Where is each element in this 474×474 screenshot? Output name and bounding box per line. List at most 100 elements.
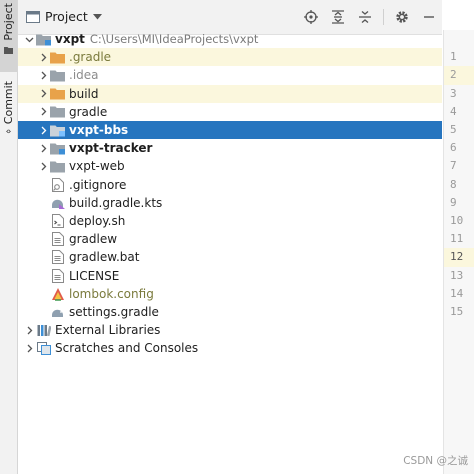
tree-item-scratches[interactable]: Scratches and Consoles <box>18 339 442 357</box>
module-folder-icon <box>50 123 66 137</box>
editor-gutter: 1 2 3 4 5 6 7 8 9 10 11 12 13 14 15 <box>443 30 474 474</box>
tree-item-build-gradle-kts[interactable]: build.gradle.kts <box>18 194 442 212</box>
minimize-icon <box>424 16 434 18</box>
tree-item-gitignore[interactable]: .gitignore <box>18 176 442 194</box>
chevron-right-icon[interactable] <box>22 323 36 337</box>
expand-all-button[interactable] <box>329 8 347 26</box>
gray-folder-icon <box>50 159 66 173</box>
minimize-button[interactable] <box>420 8 438 26</box>
tree-item-label: lombok.config <box>69 286 154 301</box>
tree-item-settings-gradle[interactable]: settings.gradle <box>18 303 442 321</box>
tree-item-label: .gradle <box>69 50 112 65</box>
line-number: 9 <box>450 195 457 209</box>
tree-item-label: .gitignore <box>69 177 127 192</box>
commit-icon <box>6 129 11 134</box>
collapse-all-icon <box>359 11 371 23</box>
chevron-down-icon <box>92 13 102 19</box>
line-number: 15 <box>450 305 464 318</box>
gradle-kts-file-icon <box>50 196 66 210</box>
line-number: 12 <box>444 248 474 267</box>
tree-item-label: vxpt-tracker <box>69 141 153 156</box>
line-number: 4 <box>450 104 457 118</box>
module-folder-icon <box>50 141 66 155</box>
orange-folder-icon <box>50 50 66 64</box>
tree-item-build[interactable]: build <box>18 84 442 103</box>
tree-item-gradle-dir[interactable]: .gradle <box>18 48 442 67</box>
chevron-right-icon[interactable] <box>36 87 50 101</box>
locate-button[interactable] <box>302 8 320 26</box>
text-file-icon <box>50 250 66 265</box>
chevron-right-icon[interactable] <box>36 141 50 155</box>
root-path: C:\Users\MI\IdeaProjects\vxpt <box>89 32 259 47</box>
tree-item-label: .idea <box>69 68 99 83</box>
folder-icon <box>4 46 13 54</box>
shell-file-icon <box>50 213 66 228</box>
module-folder-icon <box>36 32 52 46</box>
chevron-right-icon[interactable] <box>22 341 36 355</box>
gradle-file-icon <box>50 305 66 319</box>
line-number: 2 <box>444 66 474 85</box>
tree-item-idea[interactable]: .idea <box>18 66 442 84</box>
chevron-right-icon[interactable] <box>36 159 50 173</box>
tree-item-label: vxpt-web <box>69 159 125 174</box>
gray-folder-icon <box>50 105 66 119</box>
line-number: 13 <box>450 268 464 282</box>
chevron-right-icon[interactable] <box>36 105 50 119</box>
line-number: 14 <box>450 286 464 300</box>
tree-item-label: settings.gradle <box>69 304 159 319</box>
locate-icon <box>304 10 318 24</box>
settings-button[interactable] <box>393 8 411 26</box>
lombok-file-icon <box>50 287 66 301</box>
tree-item-label: External Libraries <box>55 323 161 338</box>
chevron-right-icon[interactable] <box>36 68 50 82</box>
text-file-icon <box>50 232 66 247</box>
header-toolbar <box>302 8 438 26</box>
line-number: 3 <box>450 86 457 100</box>
chevron-right-icon[interactable] <box>36 123 50 137</box>
tree-item-gradlew-bat[interactable]: gradlew.bat <box>18 248 442 266</box>
project-tool-tab[interactable]: Project <box>0 0 17 72</box>
libraries-icon <box>36 323 52 337</box>
tree-item-label: build.gradle.kts <box>69 195 163 210</box>
chevron-down-icon[interactable] <box>22 32 36 46</box>
tree-item-label: build <box>69 86 99 101</box>
expand-all-icon <box>332 10 344 24</box>
commit-tool-tab[interactable]: Commit <box>0 78 17 138</box>
line-number: 7 <box>450 159 457 173</box>
gitignore-file-icon <box>50 177 66 192</box>
tree-root-vxpt[interactable]: vxpt C:\Users\MI\IdeaProjects\vxpt <box>18 30 442 48</box>
tree-item-license[interactable]: LICENSE <box>18 266 442 284</box>
line-number: 1 <box>450 50 457 64</box>
tree-item-vxpt-web[interactable]: vxpt-web <box>18 157 442 175</box>
tree-item-lombok-config[interactable]: lombok.config <box>18 285 442 303</box>
tree-item-label: deploy.sh <box>69 213 126 228</box>
gear-icon <box>396 11 408 23</box>
project-panel: Project vxpt C:\Users\MI\IdeaProjects\vx… <box>18 0 442 474</box>
view-selector[interactable]: Project <box>26 9 102 24</box>
commit-tool-tab-label: Commit <box>2 81 15 125</box>
chevron-right-icon[interactable] <box>36 50 50 64</box>
line-number: 11 <box>450 232 464 246</box>
tree-item-label: vxpt-bbs <box>69 123 129 138</box>
panel-title: Project <box>45 9 88 24</box>
project-view-icon <box>26 10 40 23</box>
tree-item-label: gradlew <box>69 232 118 247</box>
line-number: 6 <box>450 141 457 155</box>
line-number: 10 <box>450 214 464 227</box>
collapse-all-button[interactable] <box>356 8 374 26</box>
tree-item-label: gradle <box>69 104 108 119</box>
text-file-icon <box>50 268 66 283</box>
tree-item-gradlew[interactable]: gradlew <box>18 230 442 248</box>
tree-item-deploy-sh[interactable]: deploy.sh <box>18 212 442 230</box>
tree-item-external-libraries[interactable]: External Libraries <box>18 321 442 339</box>
project-tool-tab-label: Project <box>2 3 15 41</box>
tree-item-vxpt-bbs[interactable]: vxpt-bbs <box>18 120 442 140</box>
tree-item-gradle[interactable]: gradle <box>18 103 442 121</box>
watermark: CSDN @之诚 <box>403 455 468 467</box>
project-tree: vxpt C:\Users\MI\IdeaProjects\vxpt .grad… <box>18 30 442 357</box>
line-number: 5 <box>450 123 457 136</box>
tree-item-vxpt-tracker[interactable]: vxpt-tracker <box>18 139 442 157</box>
scratches-icon <box>36 341 52 355</box>
orange-folder-icon <box>50 87 66 101</box>
toolbar-divider <box>383 9 384 25</box>
